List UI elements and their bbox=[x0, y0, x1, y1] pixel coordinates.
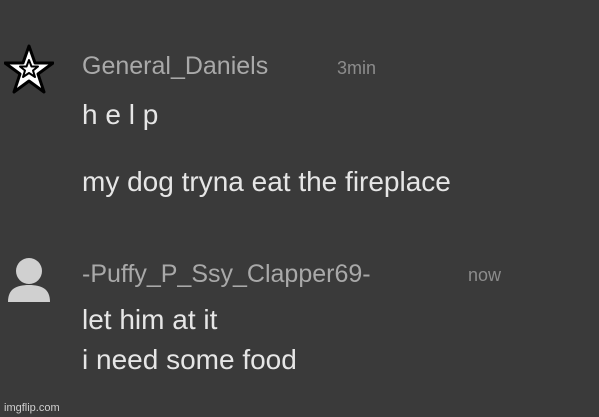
message-timestamp: now bbox=[468, 265, 502, 285]
chat-message: General_Daniels 3min h e l p my dog tryn… bbox=[0, 0, 599, 210]
message-text-line: i need some food bbox=[82, 344, 297, 375]
star-badge-icon[interactable] bbox=[3, 44, 55, 94]
message-text-line: h e l p bbox=[82, 99, 159, 130]
message-text-line: let him at it bbox=[82, 304, 218, 335]
default-user-avatar-icon[interactable] bbox=[4, 254, 54, 304]
message-timestamp: 3min bbox=[337, 58, 377, 78]
chat-message: -Puffy_P_Ssy_Clapper69- now let him at i… bbox=[0, 210, 599, 390]
message-username[interactable]: General_Daniels bbox=[82, 52, 268, 81]
message-username[interactable]: -Puffy_P_Ssy_Clapper69- bbox=[82, 260, 371, 289]
message-text-line: my dog tryna eat the fireplace bbox=[82, 166, 451, 197]
watermark: imgflip.com bbox=[4, 402, 60, 414]
